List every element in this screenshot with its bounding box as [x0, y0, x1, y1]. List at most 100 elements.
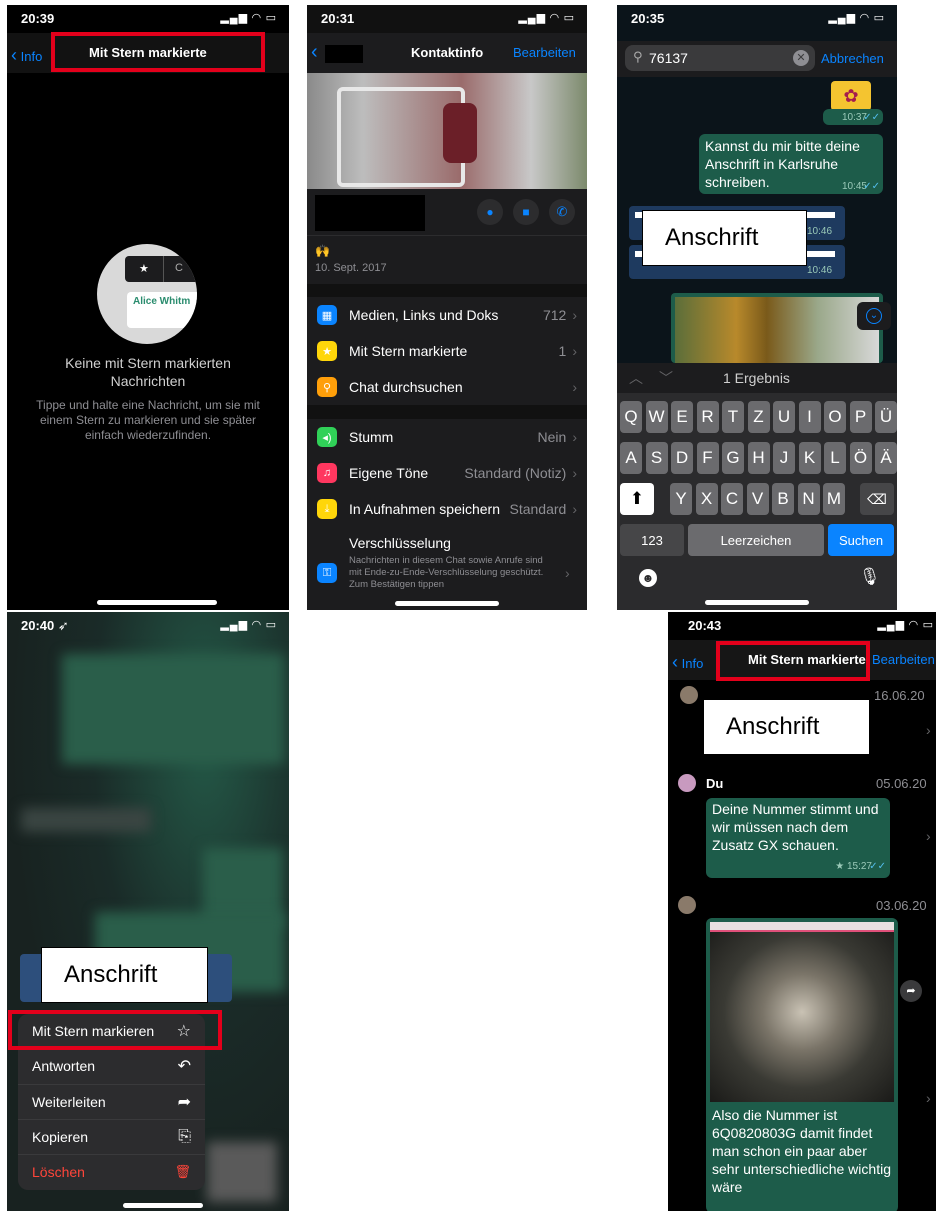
about-date: 10. Sept. 2017	[315, 262, 387, 274]
key-s[interactable]: S	[645, 442, 668, 474]
search-result-bar: ︿ ﹀ 1 Ergebnis	[617, 363, 897, 393]
key-v[interactable]: V	[746, 483, 769, 515]
chevron-right-icon: ›	[926, 828, 931, 844]
key-a[interactable]: A	[620, 442, 642, 474]
row-search[interactable]: ⚲ Chat durchsuchen ›	[307, 369, 587, 405]
row-starred[interactable]: ★ Mit Stern markierte 1 ›	[307, 333, 587, 369]
key-ü[interactable]: Ü	[875, 401, 897, 433]
edit-button[interactable]: Bearbeiten	[872, 652, 935, 667]
sender-name: Du	[706, 776, 724, 791]
row-save-media[interactable]: ⤓ In Aufnahmen speichern Standard ›	[307, 491, 587, 527]
about-block: 🙌 10. Sept. 2017	[307, 235, 587, 284]
numbers-key[interactable]: 123	[620, 524, 684, 556]
row-label: Stumm	[349, 429, 394, 445]
message-time: 10:46	[807, 265, 833, 276]
key-p[interactable]: P	[849, 401, 872, 433]
back-button[interactable]: ‹ Info	[11, 45, 42, 66]
key-f[interactable]: F	[696, 442, 719, 474]
row-encryption[interactable]: ⚿ Verschlüsselung Nachrichten in diesem …	[307, 529, 587, 609]
chevron-right-icon: ›	[572, 465, 577, 481]
key-r[interactable]: R	[696, 401, 719, 433]
emoji-key-icon[interactable]: ☻	[639, 569, 657, 587]
search-bar: ⚲ 76137 ✕ Abbrechen	[617, 41, 897, 77]
phone-icon[interactable]: ✆	[549, 199, 575, 225]
key-o[interactable]: O	[824, 401, 846, 433]
key-l[interactable]: L	[824, 442, 846, 474]
key-w[interactable]: W	[645, 401, 668, 433]
home-indicator	[123, 1203, 203, 1208]
menu-item-delete[interactable]: Löschen 🗑	[18, 1154, 205, 1189]
key-z[interactable]: Z	[747, 401, 770, 433]
key-q[interactable]: Q	[620, 401, 642, 433]
list-group-1: ▦ Medien, Links und Doks 712 › ★ Mit Ste…	[307, 297, 587, 405]
key-d[interactable]: D	[671, 442, 693, 474]
location-icon: ➶	[57, 618, 69, 633]
chevron-down-circle-icon: ⌄	[866, 308, 882, 324]
key-k[interactable]: K	[798, 442, 821, 474]
back-button[interactable]: ‹	[311, 41, 318, 64]
search-key[interactable]: Suchen	[828, 524, 894, 556]
search-input[interactable]: 76137	[649, 50, 688, 66]
music-icon: ♫	[317, 463, 337, 483]
chevron-up-icon[interactable]: ︿	[629, 368, 643, 388]
scroll-down-button[interactable]: ⌄	[857, 302, 891, 330]
forward-icon[interactable]: ➦	[900, 980, 922, 1002]
message-bubble[interactable]: Kannst du mir bitte deine Anschrift in K…	[699, 134, 883, 194]
back-button[interactable]: ‹ Info	[672, 652, 703, 673]
chat-bubble-icon[interactable]: ●	[477, 199, 503, 225]
image-message[interactable]	[671, 293, 883, 363]
row-value: 712	[542, 307, 567, 323]
key-y[interactable]: Y	[670, 483, 692, 515]
row-media[interactable]: ▦ Medien, Links und Doks 712 ›	[307, 297, 587, 333]
key-ö[interactable]: Ö	[849, 442, 872, 474]
key-g[interactable]: G	[722, 442, 744, 474]
search-field[interactable]: ⚲ 76137 ✕	[625, 45, 815, 71]
row-mute[interactable]: ◂) Stumm Nein ›	[307, 419, 587, 455]
key-c[interactable]: C	[721, 483, 743, 515]
starred-item-2[interactable]: Du 05.06.20 Deine Nummer stimmt und wir …	[668, 772, 936, 892]
menu-item-reply[interactable]: Antworten ↶	[18, 1048, 205, 1083]
row-label: In Aufnahmen speichern	[349, 501, 500, 517]
key-e[interactable]: E	[671, 401, 693, 433]
edit-button[interactable]: Bearbeiten	[513, 45, 576, 60]
empty-title: Keine mit Stern markierten Nachrichten	[65, 355, 231, 389]
status-bar: 20:43 ▂▄▆ ◠ ▭	[668, 612, 936, 638]
key-i[interactable]: I	[798, 401, 821, 433]
speaker-icon: ◂)	[317, 427, 337, 447]
video-call-icon[interactable]: ■	[513, 199, 539, 225]
panel-chat-search: 20:35 ▂▄▆ ◠ ▭ ⚲ 76137 ✕ Abbrechen ✿ 10:3…	[617, 5, 897, 610]
row-label: Mit Stern markierte	[349, 343, 468, 359]
star-icon: ★	[317, 341, 337, 361]
menu-item-copy[interactable]: Kopieren ⎘	[18, 1119, 205, 1154]
key-b[interactable]: B	[772, 483, 794, 515]
key-ä[interactable]: Ä	[875, 442, 897, 474]
starred-item-3[interactable]: 03.06.20 Also die Nummer ist 6Q0820803G …	[668, 894, 936, 1211]
row-tones[interactable]: ♫ Eigene Töne Standard (Notiz) ›	[307, 455, 587, 491]
redacted-name	[325, 45, 363, 63]
backspace-key[interactable]: ⌫	[860, 483, 894, 515]
chevron-left-icon: ‹	[672, 652, 678, 672]
image-message-bubble: Also die Nummer ist 6Q0820803G damit fin…	[706, 918, 898, 1211]
menu-label: Löschen	[32, 1164, 85, 1180]
lock-icon: ⚿	[317, 563, 337, 583]
star-icon: ★	[139, 263, 149, 275]
key-n[interactable]: N	[797, 483, 820, 515]
space-key[interactable]: Leerzeichen	[688, 524, 824, 556]
key-t[interactable]: T	[722, 401, 744, 433]
sticker-time-bubble: 10:37 ✓✓	[823, 109, 883, 125]
shift-key[interactable]: ⬆	[620, 483, 654, 515]
status-icons: ▂▄▆ ◠ ▭	[220, 12, 277, 24]
key-h[interactable]: H	[747, 442, 770, 474]
key-m[interactable]: M	[823, 483, 845, 515]
chevron-down-icon[interactable]: ﹀	[659, 368, 673, 388]
menu-item-forward[interactable]: Weiterleiten ➦	[18, 1084, 205, 1119]
key-j[interactable]: J	[773, 442, 795, 474]
message-date: 16.06.20	[874, 688, 925, 703]
key-u[interactable]: U	[773, 401, 795, 433]
clear-icon[interactable]: ✕	[793, 50, 809, 66]
key-x[interactable]: X	[695, 483, 718, 515]
message-text: Deine Nummer stimmt und wir müssen nach …	[712, 801, 879, 853]
cancel-button[interactable]: Abbrechen	[821, 51, 884, 66]
status-time: 20:31	[321, 11, 355, 26]
microphone-icon[interactable]: 🎙	[859, 567, 881, 587]
